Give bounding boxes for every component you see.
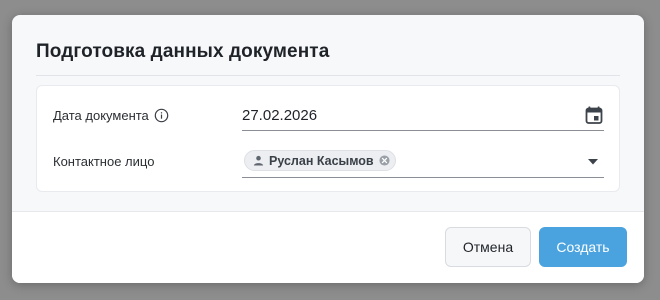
date-label: Дата документа [53,108,149,123]
contact-select[interactable]: Руслан Касымов [242,147,604,178]
dialog: Подготовка данных документа Дата докумен… [12,15,644,283]
person-icon [253,155,264,166]
create-button[interactable]: Создать [539,227,627,267]
title-divider [36,75,620,76]
dialog-title: Подготовка данных документа [36,41,330,62]
dropdown-arrow-icon[interactable] [588,159,598,165]
calendar-icon[interactable] [584,105,604,125]
contact-chip[interactable]: Руслан Касымов [244,150,396,171]
dialog-footer: Отмена Создать [12,211,644,283]
close-circle-icon[interactable] [379,155,390,166]
cancel-button[interactable]: Отмена [445,227,531,267]
contact-label: Контактное лицо [53,154,155,169]
contact-row: Контактное лицо Руслан Касымов [37,136,619,182]
date-label-group: Дата документа [53,108,169,123]
info-icon[interactable] [154,108,169,123]
date-input[interactable]: 27.02.2026 [242,100,604,131]
date-value[interactable]: 27.02.2026 [242,107,317,124]
date-row: Дата документа 27.02.2026 [37,86,619,132]
form-card: Дата документа 27.02.2026 Контактное лиц… [36,85,620,192]
contact-chip-label: Руслан Касымов [269,153,374,168]
